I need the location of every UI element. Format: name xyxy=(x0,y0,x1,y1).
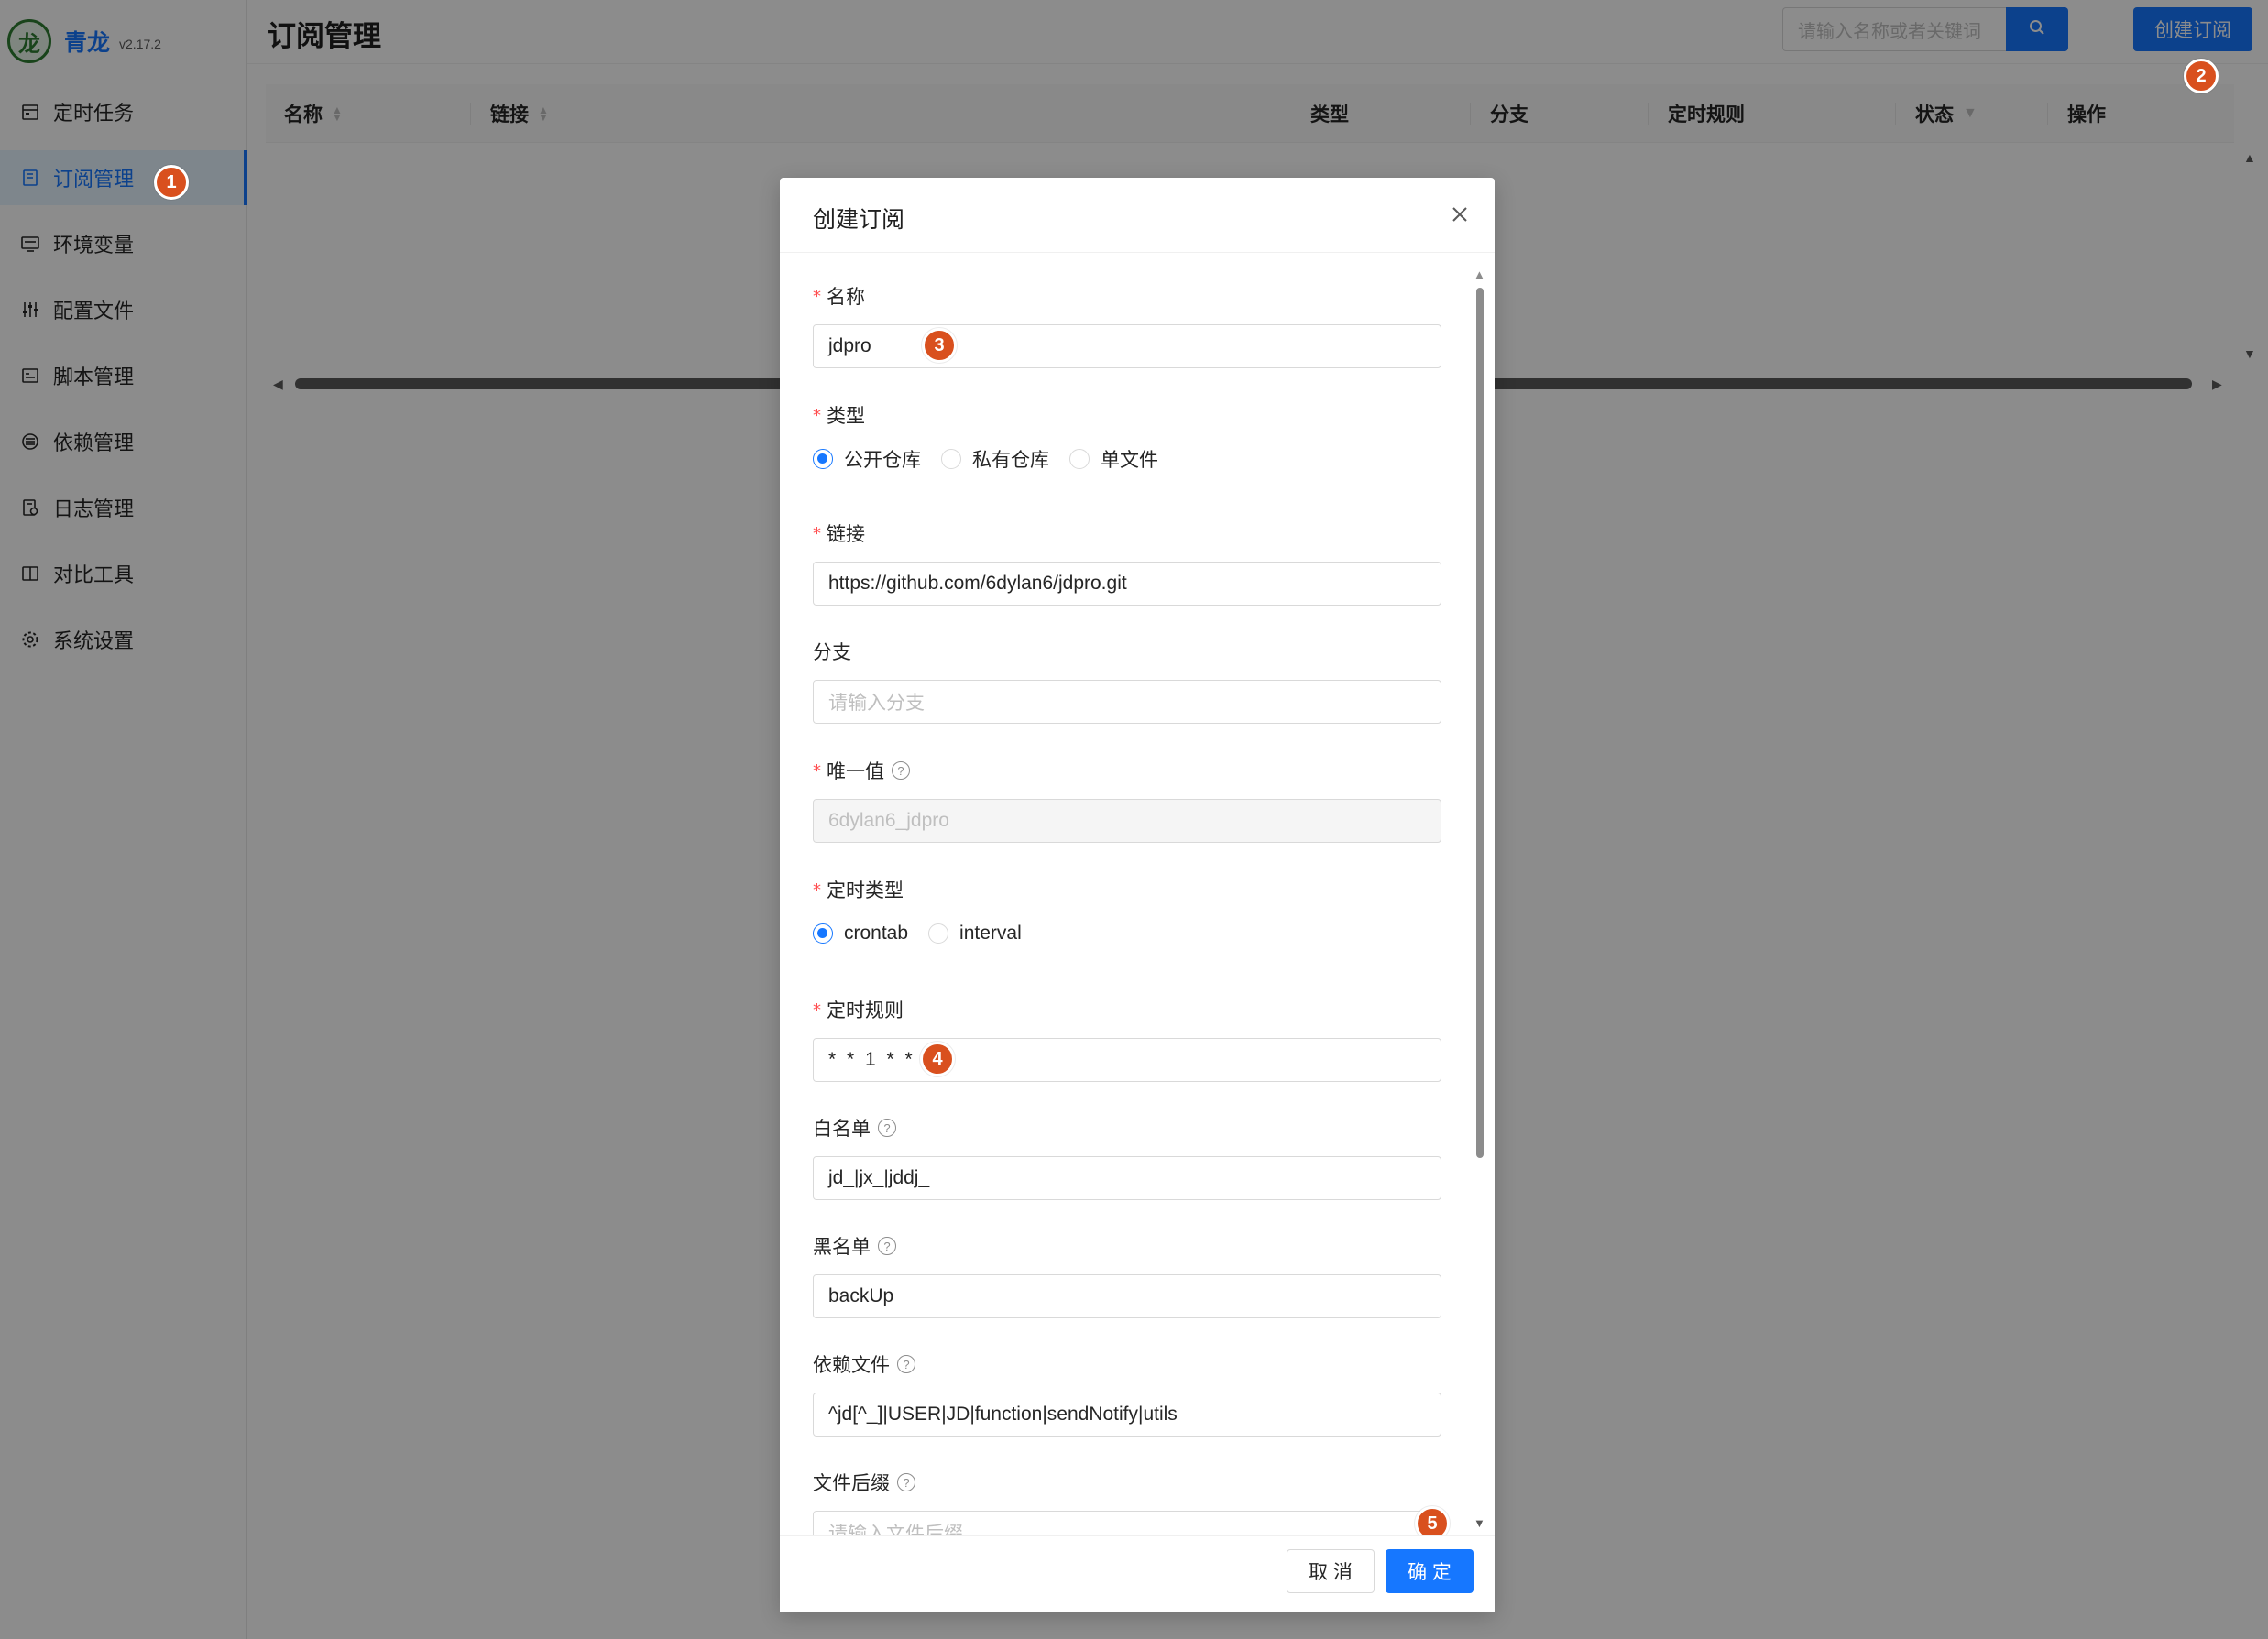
required-mark: * xyxy=(813,880,821,900)
dependency-input[interactable]: ^jd[^_]|USER|JD|function|sendNotify|util… xyxy=(813,1393,1441,1437)
cancel-button[interactable]: 取 消 xyxy=(1287,1549,1375,1593)
radio-public-repo[interactable]: 公开仓库 xyxy=(813,445,921,473)
form-item-schedule-rule: * 定时规则 * * 1 * * 4 xyxy=(813,996,1441,1082)
scrollbar-thumb[interactable] xyxy=(1476,288,1484,1158)
field-label: 文件后缀 xyxy=(813,1473,890,1494)
form-item-blacklist: 黑名单? backUp xyxy=(813,1232,1441,1318)
field-label: 依赖文件 xyxy=(813,1355,890,1376)
question-circle-icon[interactable]: ? xyxy=(878,1119,896,1137)
field-label: 白名单 xyxy=(813,1119,871,1140)
whitelist-input[interactable]: jd_|jx_|jddj_ xyxy=(813,1156,1441,1200)
modal-body: * 名称 jdpro 3 * 类型 公开仓库 私有仓库 单文件 * 链接 https:… xyxy=(780,253,1495,1535)
question-circle-icon[interactable]: ? xyxy=(897,1473,915,1491)
field-label: 黑名单 xyxy=(813,1237,871,1258)
radio-crontab[interactable]: crontab xyxy=(813,923,908,945)
annotation-badge: 2 xyxy=(2184,59,2219,93)
required-mark: * xyxy=(813,286,821,306)
form-item-schedule-type: * 定时类型 crontab interval xyxy=(813,876,1441,949)
form-item-name: * 名称 jdpro 3 xyxy=(813,282,1441,368)
field-label: 分支 xyxy=(813,642,851,663)
schedule-type-radio-group: crontab interval xyxy=(813,918,1441,949)
modal-header: 创建订阅 xyxy=(780,178,1495,253)
radio-private-repo[interactable]: 私有仓库 xyxy=(941,445,1049,473)
unique-input: 6dylan6_jdpro xyxy=(813,799,1441,843)
question-circle-icon[interactable]: ? xyxy=(878,1237,896,1255)
field-label: 唯一值 xyxy=(827,761,884,782)
field-label: 名称 xyxy=(827,287,865,308)
close-button[interactable] xyxy=(1447,202,1473,227)
required-mark: * xyxy=(813,523,821,543)
form-item-unique: * 唯一值? 6dylan6_jdpro xyxy=(813,757,1441,843)
suffix-input[interactable]: 请输入文件后缀 xyxy=(813,1511,1441,1535)
field-label: 定时类型 xyxy=(827,880,904,901)
create-subscription-modal: 创建订阅 * 名称 jdpro 3 * 类型 公开仓库 私有仓库 单文件 * 链接 h… xyxy=(780,178,1495,1612)
modal-vertical-scrollbar[interactable]: ▲ ▼ xyxy=(1474,268,1486,1541)
close-icon xyxy=(1447,207,1473,231)
form-item-suffix: 文件后缀? 请输入文件后缀 xyxy=(813,1469,1441,1535)
field-label: 定时规则 xyxy=(827,1000,904,1022)
annotation-badge: 3 xyxy=(922,328,957,363)
scroll-down-icon[interactable]: ▼ xyxy=(1474,1516,1485,1530)
annotation-badge: 1 xyxy=(154,165,189,200)
required-mark: * xyxy=(813,760,821,781)
field-label: 类型 xyxy=(827,406,865,427)
branch-input[interactable]: 请输入分支 xyxy=(813,680,1441,724)
annotation-badge: 4 xyxy=(920,1042,955,1076)
ok-button[interactable]: 确 定 xyxy=(1386,1549,1474,1593)
form-item-branch: 分支 请输入分支 xyxy=(813,638,1441,724)
form-item-whitelist: 白名单? jd_|jx_|jddj_ xyxy=(813,1114,1441,1200)
modal-footer: 取 消 确 定 xyxy=(780,1535,1495,1612)
required-mark: * xyxy=(813,405,821,425)
question-circle-icon[interactable]: ? xyxy=(892,761,910,780)
blacklist-input[interactable]: backUp xyxy=(813,1274,1441,1318)
scroll-up-icon[interactable]: ▲ xyxy=(1474,268,1485,281)
schedule-rule-input[interactable]: * * 1 * * 4 xyxy=(813,1038,1441,1082)
form-item-type: * 类型 公开仓库 私有仓库 单文件 xyxy=(813,401,1441,475)
modal-title: 创建订阅 xyxy=(813,207,905,233)
form-item-dependency: 依赖文件? ^jd[^_]|USER|JD|function|sendNotif… xyxy=(813,1350,1441,1437)
radio-single-file[interactable]: 单文件 xyxy=(1069,445,1158,473)
name-input[interactable]: jdpro 3 xyxy=(813,324,1441,368)
type-radio-group: 公开仓库 私有仓库 单文件 xyxy=(813,443,1441,475)
question-circle-icon[interactable]: ? xyxy=(897,1355,915,1373)
required-mark: * xyxy=(813,1000,821,1020)
form-item-link: * 链接 https://github.com/6dylan6/jdpro.git xyxy=(813,519,1441,606)
field-label: 链接 xyxy=(827,524,865,545)
link-input[interactable]: https://github.com/6dylan6/jdpro.git xyxy=(813,562,1441,606)
radio-interval[interactable]: interval xyxy=(928,923,1022,945)
